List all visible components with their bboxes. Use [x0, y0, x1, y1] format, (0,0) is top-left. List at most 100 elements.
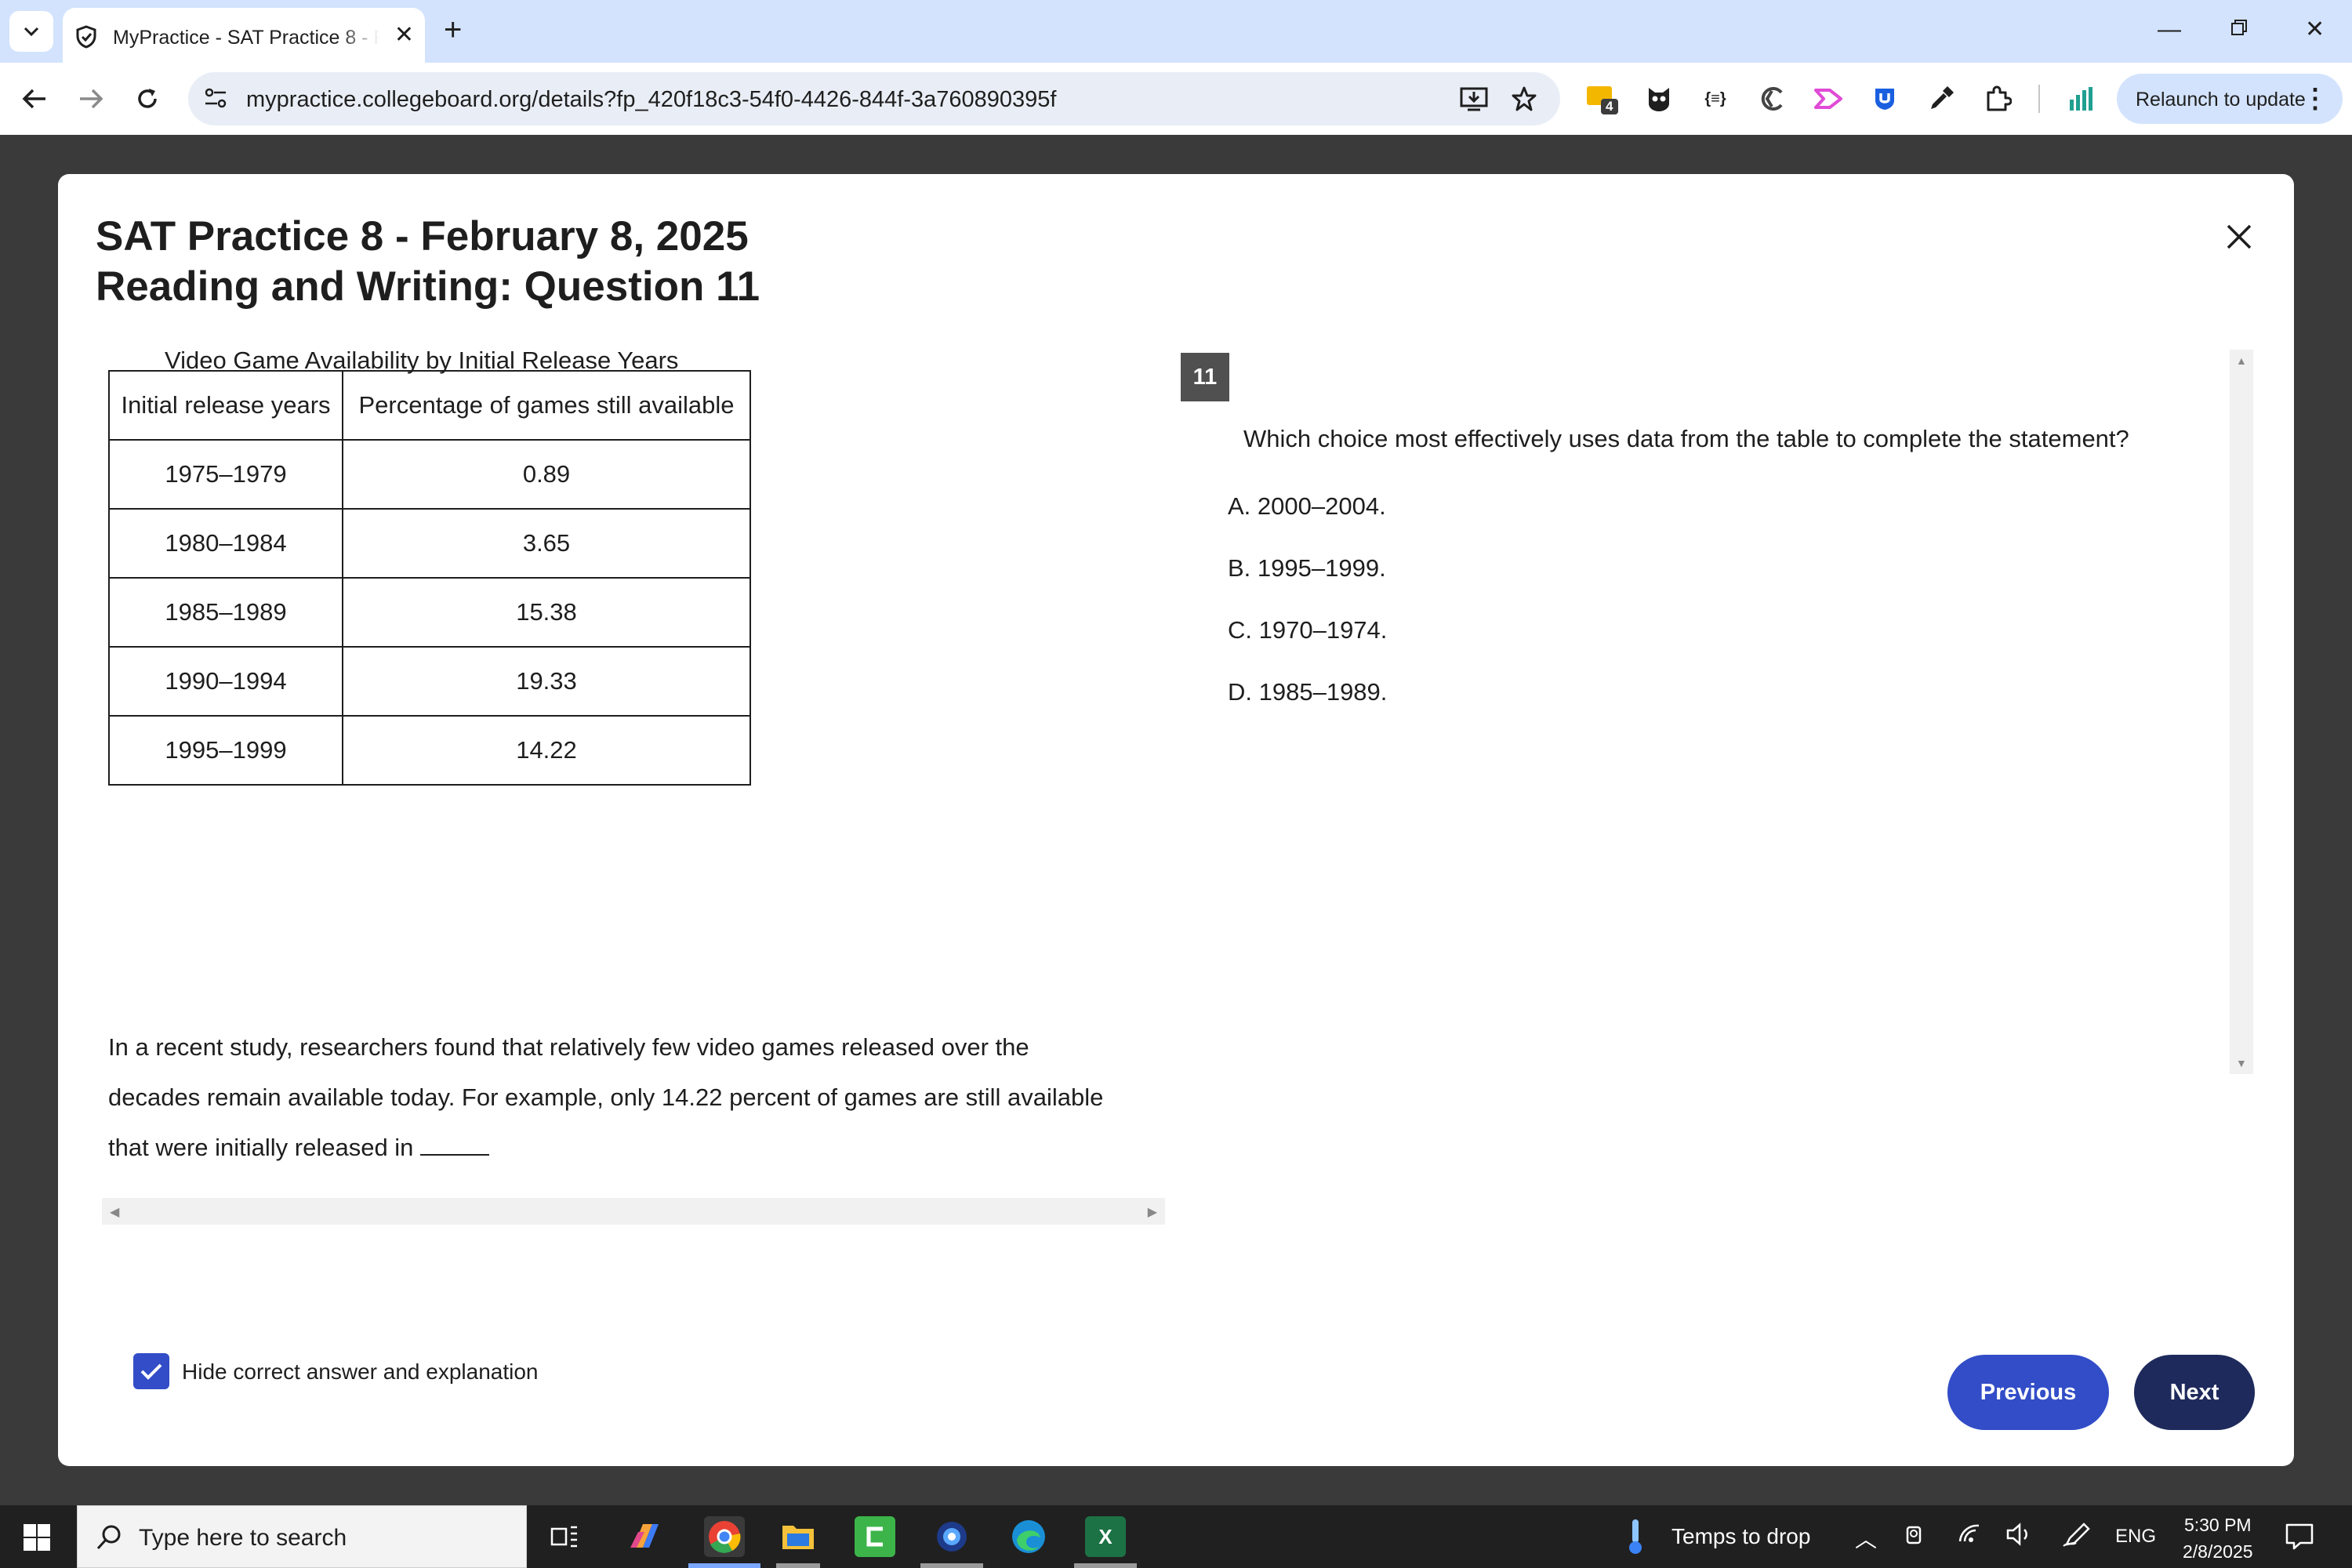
input-language[interactable]: ENG	[2115, 1526, 2156, 1548]
search-icon	[96, 1525, 121, 1550]
site-info-icon[interactable]	[202, 85, 229, 115]
thermometer-icon[interactable]	[1624, 1518, 1646, 1555]
table-row: 1995–1999 14.22	[108, 715, 751, 786]
scroll-right-icon[interactable]: ▶	[1148, 1204, 1157, 1220]
vertical-scrollbar[interactable]: ▲ ▼	[2230, 350, 2253, 1074]
bookmark-star-icon[interactable]	[1508, 83, 1540, 114]
modal-title-line2: Reading and Writing: Question 11	[96, 263, 760, 310]
volume-icon[interactable]	[2005, 1523, 2034, 1552]
scroll-down-icon[interactable]: ▼	[2236, 1057, 2247, 1069]
close-modal-icon[interactable]	[2223, 221, 2255, 252]
choice-letter: C.	[1228, 616, 1252, 644]
notifications-icon[interactable]	[2285, 1523, 2314, 1551]
extension-folder-icon[interactable]: 4	[1585, 82, 1620, 116]
passage-line: decades remain available today. For exam…	[108, 1083, 1104, 1111]
answer-choice-a[interactable]: A. 2000–2004.	[1228, 492, 1386, 521]
window-close-icon[interactable]: ✕	[2305, 14, 2325, 45]
table-cell: 14.22	[342, 715, 751, 786]
table-cell: 1980–1984	[108, 508, 343, 579]
install-app-icon[interactable]	[1458, 83, 1490, 114]
next-button[interactable]: Next	[2134, 1355, 2255, 1430]
relaunch-to-update-button[interactable]: Relaunch to update ⋮	[2117, 74, 2343, 124]
table-cell: 1990–1994	[108, 646, 343, 717]
table-header-row: Initial release years Percentage of game…	[108, 370, 751, 441]
weather-text[interactable]: Temps to drop	[1671, 1524, 1810, 1549]
extension-refresh-icon[interactable]	[1755, 82, 1789, 116]
table-row: 1990–1994 19.33	[108, 646, 751, 717]
reload-icon	[138, 89, 157, 108]
hide-answer-label: Hide correct answer and explanation	[182, 1359, 539, 1384]
table-cell: 1985–1989	[108, 577, 343, 648]
camtasia-icon[interactable]	[855, 1516, 895, 1557]
restore-icon[interactable]	[2230, 14, 2249, 45]
copilot-icon[interactable]	[624, 1516, 665, 1557]
extension-owl-icon[interactable]	[1642, 82, 1676, 116]
task-view-icon[interactable]	[544, 1516, 585, 1557]
previous-button[interactable]: Previous	[1947, 1355, 2109, 1430]
pen-menu-icon[interactable]	[2062, 1523, 2090, 1553]
browser-toolbar: mypractice.collegeboard.org/details?fp_4…	[0, 63, 2352, 135]
answer-choice-b[interactable]: B. 1995–1999.	[1228, 554, 1386, 583]
table-row: 1975–1979 0.89	[108, 439, 751, 510]
search-placeholder: Type here to search	[139, 1525, 347, 1551]
running-app-indicator	[920, 1563, 983, 1568]
chrome-taskbar-icon[interactable]	[704, 1516, 745, 1557]
table-cell: 0.89	[342, 439, 751, 510]
chevron-down-icon	[24, 27, 39, 37]
table-cell: 15.38	[342, 577, 751, 648]
show-hidden-icons-chevron-icon[interactable]: ︿	[1855, 1523, 1877, 1554]
scroll-left-icon[interactable]: ◀	[110, 1204, 119, 1220]
tab-search-button[interactable]	[9, 11, 53, 52]
choice-text: 1995–1999.	[1257, 554, 1386, 582]
extension-badge: 4	[1606, 99, 1613, 114]
edge-icon[interactable]	[1008, 1516, 1049, 1557]
json-extension-label: {≡}	[1704, 89, 1726, 107]
extension-pink-arrow-icon[interactable]	[1811, 82, 1846, 116]
answer-choice-d[interactable]: D. 1985–1989.	[1228, 678, 1387, 706]
app-globe-icon[interactable]	[931, 1516, 972, 1557]
choice-text: 1970–1974.	[1258, 616, 1388, 644]
excel-letter: X	[1098, 1524, 1112, 1548]
eyedropper-icon[interactable]	[1924, 82, 1958, 116]
back-button[interactable]	[16, 80, 53, 118]
extension-u-shield-icon[interactable]	[1867, 82, 1902, 116]
extension-json-icon[interactable]: {≡}	[1698, 82, 1733, 116]
table-cell: 3.65	[342, 508, 751, 579]
horizontal-scrollbar[interactable]: ◀ ▶	[102, 1198, 1165, 1225]
wifi-icon[interactable]	[1957, 1523, 1982, 1550]
checkmark-icon	[140, 1363, 162, 1380]
browser-tab-active[interactable]: MyPractice - SAT Practice 8 - February 8…	[63, 8, 425, 63]
hide-answer-checkbox[interactable]	[133, 1353, 169, 1389]
answer-choice-c[interactable]: C. 1970–1974.	[1228, 616, 1387, 644]
forward-button[interactable]	[72, 80, 110, 118]
address-bar[interactable]: mypractice.collegeboard.org/details?fp_4…	[188, 72, 1560, 125]
running-app-indicator	[1074, 1563, 1137, 1568]
question-modal: SAT Practice 8 - February 8, 2025 Readin…	[58, 174, 2294, 1466]
minimize-icon[interactable]: —	[2158, 14, 2181, 45]
excel-icon[interactable]: X	[1085, 1516, 1126, 1557]
relaunch-label: Relaunch to update	[2136, 89, 2306, 111]
extension-bars-icon[interactable]	[2063, 82, 2098, 116]
browser-tab-strip: MyPractice - SAT Practice 8 - February 8…	[0, 0, 2352, 63]
choice-text: 2000–2004.	[1257, 492, 1386, 520]
passage-line: In a recent study, researchers found tha…	[108, 1033, 1029, 1061]
modal-title: SAT Practice 8 - February 8, 2025 Readin…	[96, 212, 760, 312]
modal-title-line1: SAT Practice 8 - February 8, 2025	[96, 213, 749, 260]
extensions-puzzle-icon[interactable]	[1980, 82, 2015, 116]
answer-blank	[420, 1134, 490, 1156]
data-table: Initial release years Percentage of game…	[108, 370, 751, 786]
clock-date: 2/8/2025	[2183, 1541, 2253, 1562]
windows-start-icon[interactable]	[24, 1524, 50, 1551]
clock[interactable]: 5:30 PM 2/8/2025	[2183, 1512, 2253, 1565]
reload-button[interactable]	[129, 80, 166, 118]
url-text[interactable]: mypractice.collegeboard.org/details?fp_4…	[246, 87, 1056, 113]
table-row: 1980–1984 3.65	[108, 508, 751, 579]
meet-now-icon[interactable]	[1905, 1523, 1927, 1552]
file-explorer-icon[interactable]	[778, 1516, 818, 1557]
shield-favicon-icon	[76, 25, 96, 49]
scroll-up-icon[interactable]: ▲	[2236, 354, 2247, 367]
windows-taskbar: Type here to search X Temps to drop ︿ EN…	[0, 1505, 2352, 1568]
new-tab-button[interactable]: +	[444, 14, 462, 45]
taskbar-search-box[interactable]: Type here to search	[77, 1505, 527, 1568]
tab-close-icon[interactable]: ✕	[394, 24, 414, 47]
